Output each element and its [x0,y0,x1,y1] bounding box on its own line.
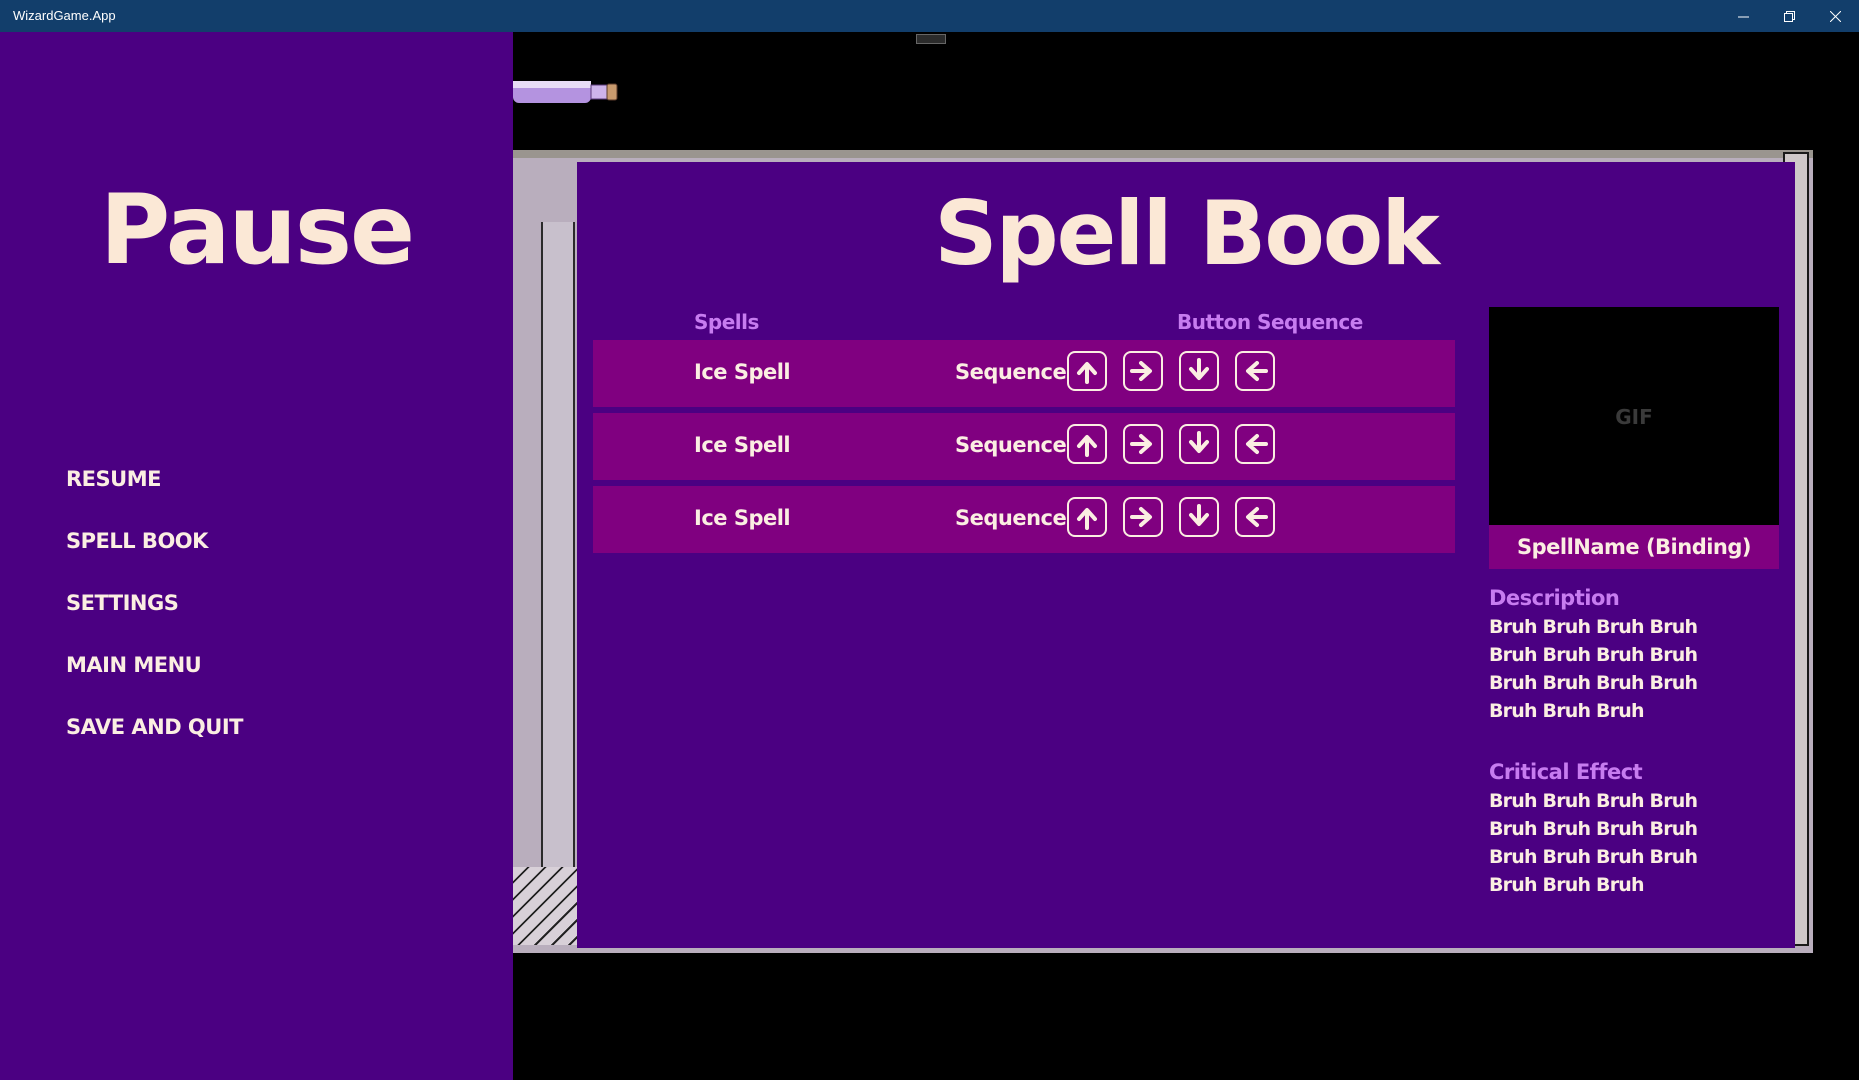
arrow-right-icon [1130,361,1152,381]
restore-icon [1783,10,1795,22]
minimize-icon [1737,16,1749,17]
arrow-up-icon [1077,508,1097,530]
sequence-label: Sequence [955,360,1067,384]
arrow-left-icon [1246,361,1268,381]
arrow-down-icon [1189,431,1209,453]
spell-row[interactable]: Ice Spell Sequence [593,413,1455,480]
close-icon [1829,10,1841,22]
background-pillar [541,222,575,902]
arrow-left-key [1235,424,1275,464]
pause-title: Pause [99,174,415,286]
spell-name: Ice Spell [694,506,791,530]
arrow-right-key [1123,351,1163,391]
arrow-up-key [1067,497,1107,537]
spell-row[interactable]: Ice Spell Sequence [593,486,1455,553]
spell-book-button[interactable]: SPELL BOOK [66,529,208,553]
spell-name: Ice Spell [694,360,791,384]
spell-gif-preview: GIF [1489,307,1779,525]
potion-bottle-icon [513,81,618,103]
drag-handle[interactable] [916,34,946,44]
save-and-quit-button[interactable]: SAVE AND QUIT [66,715,243,739]
spell-row[interactable]: Ice Spell Sequence [593,340,1455,407]
arrow-right-icon [1130,507,1152,527]
critical-effect-heading: Critical Effect [1489,760,1643,784]
gif-placeholder-label: GIF [1615,405,1653,429]
arrow-up-icon [1077,362,1097,384]
arrow-right-key [1123,424,1163,464]
arrow-down-key [1179,351,1219,391]
settings-button[interactable]: SETTINGS [66,591,179,615]
critical-effect-text: Bruh Bruh Bruh Bruh Bruh Bruh Bruh Bruh … [1489,790,1698,896]
arrow-down-icon [1189,358,1209,380]
spells-column-header: Spells [694,310,759,334]
pause-panel: Pause RESUME SPELL BOOK SETTINGS MAIN ME… [0,32,513,1080]
arrow-up-key [1067,351,1107,391]
arrow-right-icon [1130,434,1152,454]
spell-book-panel: Spell Book Spells Button Sequence Ice Sp… [577,162,1795,948]
arrow-left-icon [1246,434,1268,454]
minimize-button[interactable] [1720,0,1766,32]
spell-name: Ice Spell [694,433,791,457]
window-titlebar: WizardGame.App [0,0,1859,32]
sequence-label: Sequence [955,506,1067,530]
description-heading: Description [1489,586,1620,610]
window-title: WizardGame.App [13,8,116,23]
arrow-right-key [1123,497,1163,537]
button-sequence-column-header: Button Sequence [1177,310,1363,334]
arrow-down-key [1179,497,1219,537]
resume-button[interactable]: RESUME [66,467,161,491]
restore-button[interactable] [1766,0,1812,32]
arrow-left-icon [1246,507,1268,527]
arrow-up-icon [1077,435,1097,457]
sequence-label: Sequence [955,433,1067,457]
arrow-left-key [1235,497,1275,537]
main-menu-button[interactable]: MAIN MENU [66,653,202,677]
spell-book-title: Spell Book [934,182,1440,285]
close-button[interactable] [1812,0,1858,32]
arrow-left-key [1235,351,1275,391]
arrow-down-key [1179,424,1219,464]
description-text: Bruh Bruh Bruh Bruh Bruh Bruh Bruh Bruh … [1489,616,1698,722]
arrow-down-icon [1189,504,1209,526]
selected-spell-name: SpellName (Binding) [1489,525,1779,569]
arrow-up-key [1067,424,1107,464]
